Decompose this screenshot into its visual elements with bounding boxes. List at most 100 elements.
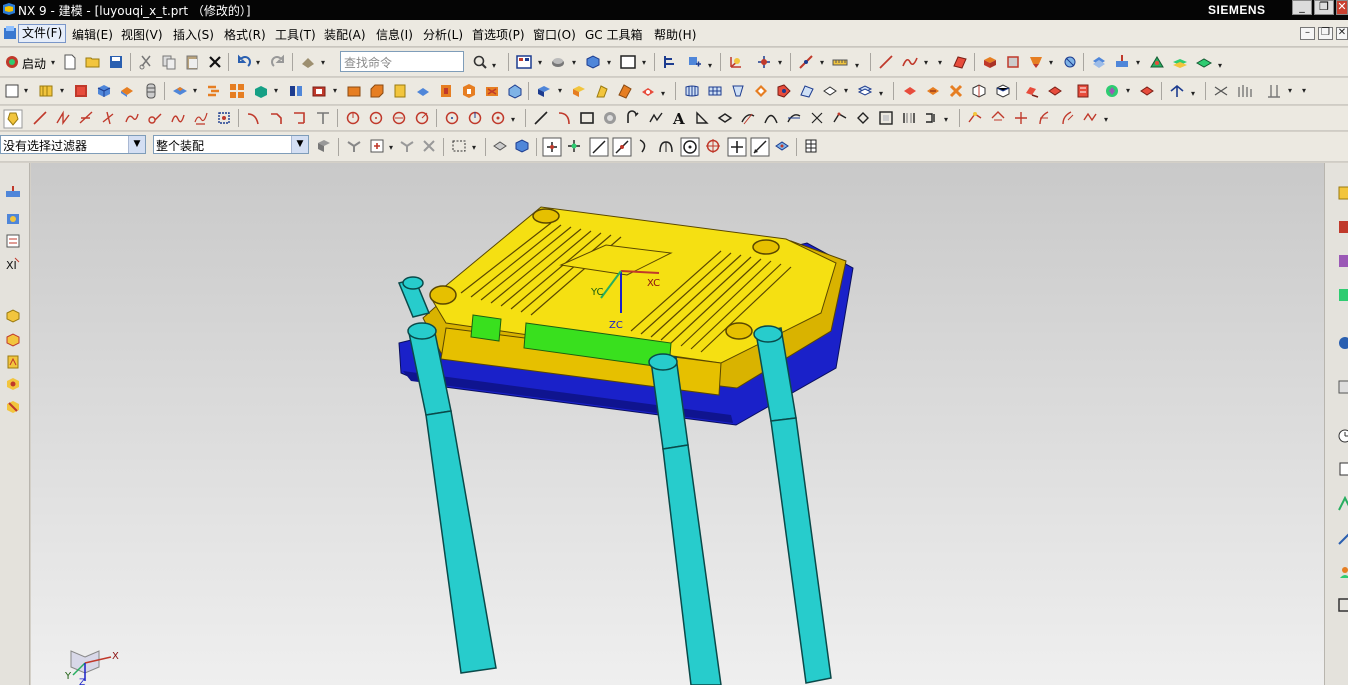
instance-geom-icon[interactable] [1237, 83, 1253, 99]
palette-icon[interactable] [1337, 219, 1348, 235]
delete-icon[interactable] [207, 54, 223, 70]
menu-file[interactable]: 文件(F) [18, 24, 67, 43]
thicken-icon[interactable] [1114, 54, 1130, 70]
web-browser-icon[interactable] [5, 332, 21, 348]
point-on-curve-icon[interactable] [467, 110, 483, 126]
trim-extend-icon[interactable] [1024, 83, 1040, 99]
circle-center-icon[interactable] [368, 110, 384, 126]
delete-face-icon[interactable] [484, 83, 500, 99]
selection-scope-arrow-icon[interactable]: ▼ [291, 136, 308, 153]
fit-curve-icon[interactable] [216, 110, 232, 126]
assembly-nav-icon[interactable] [662, 54, 678, 70]
paste-icon[interactable] [184, 54, 200, 70]
make-corner-icon[interactable] [1036, 110, 1052, 126]
type-filter-dropdown[interactable]: 没有选择过滤器 ▼ [0, 135, 146, 154]
repeat-command-icon[interactable] [300, 54, 316, 70]
restore-button[interactable]: ❐ [1314, 0, 1334, 15]
add-component-icon[interactable] [686, 54, 702, 70]
quick-trim-icon[interactable] [990, 110, 1006, 126]
cone-icon[interactable] [119, 83, 135, 99]
offset-surface-icon[interactable] [971, 83, 987, 99]
roles-icon[interactable] [1337, 185, 1348, 201]
snap-point-on-face-icon[interactable] [774, 138, 790, 154]
menu-help[interactable]: 帮助(H) [654, 26, 696, 43]
swept-icon[interactable] [753, 83, 769, 99]
general-filter-icon[interactable] [316, 138, 332, 154]
split-body-icon[interactable] [288, 83, 304, 99]
fillet-sketch-icon[interactable] [648, 110, 664, 126]
part-navigator-icon[interactable] [5, 233, 21, 249]
history-icon[interactable] [5, 354, 21, 370]
pattern-feature-icon[interactable] [206, 83, 222, 99]
composite-curve-icon[interactable] [878, 110, 894, 126]
assembly-navigator-icon[interactable] [5, 185, 21, 201]
silhouette-curve-icon[interactable] [809, 110, 825, 126]
router-model[interactable]: XC YC ZC [31, 163, 1324, 685]
type-filter-arrow-icon[interactable]: ▼ [128, 136, 145, 153]
patch-body-icon[interactable] [507, 83, 523, 99]
edge-blend-icon[interactable] [346, 83, 362, 99]
menu-information[interactable]: 信息(I) [376, 26, 413, 43]
intersect-curve-icon[interactable] [740, 110, 756, 126]
mirror-curve-icon[interactable] [924, 110, 940, 126]
mirror-feature-icon[interactable] [229, 83, 245, 99]
arc-icon[interactable] [78, 110, 94, 126]
point-sketch-icon[interactable] [694, 110, 710, 126]
rectangle-icon[interactable] [579, 110, 595, 126]
point-set-icon[interactable] [1213, 83, 1229, 99]
intersection-point-icon[interactable] [490, 110, 506, 126]
resize-blend-icon[interactable] [461, 83, 477, 99]
spline-icon[interactable] [101, 110, 117, 126]
derived-line-icon[interactable] [967, 110, 983, 126]
isoparametric-curve-icon[interactable] [763, 110, 779, 126]
measure-icon[interactable] [1337, 530, 1348, 546]
new-feature-icon[interactable] [4, 83, 20, 99]
menu-edit[interactable]: 编辑(E) [72, 26, 113, 43]
bridge-curve-icon[interactable] [832, 110, 848, 126]
menu-format[interactable]: 格式(R) [224, 26, 266, 43]
close-button[interactable]: ✕ [1336, 0, 1348, 15]
studio-spline-icon[interactable] [625, 110, 641, 126]
measure-distance-icon[interactable] [798, 54, 814, 70]
datum-axis-icon[interactable] [571, 83, 587, 99]
wave-link-icon[interactable] [1169, 83, 1185, 99]
start-button[interactable]: 启动 [22, 55, 46, 72]
redo-icon[interactable] [270, 54, 286, 70]
menu-preferences[interactable]: 首选项(P) [472, 26, 525, 43]
unite-icon[interactable] [172, 83, 188, 99]
view-layout-icon[interactable] [516, 54, 532, 70]
join-curve-icon[interactable] [855, 110, 871, 126]
extend-sheet-icon[interactable] [902, 83, 918, 99]
polygon-icon[interactable] [602, 110, 618, 126]
curvature-icon[interactable] [1139, 83, 1155, 99]
hole-icon[interactable] [1028, 54, 1044, 70]
blend-icon[interactable] [1062, 54, 1078, 70]
start-icon[interactable] [4, 54, 20, 70]
revolve-icon[interactable] [1005, 54, 1021, 70]
ellipse-icon[interactable] [444, 110, 460, 126]
conic-icon[interactable] [124, 110, 140, 126]
frame-icon[interactable] [1337, 597, 1348, 613]
minimize-button[interactable]: _ [1292, 0, 1312, 15]
section-curve-icon[interactable] [786, 110, 802, 126]
text-curve-icon[interactable] [170, 110, 186, 126]
undo-icon[interactable] [236, 54, 252, 70]
drag-handle-icon[interactable] [421, 138, 437, 154]
sphere-icon[interactable] [143, 83, 159, 99]
offset-sketch-icon[interactable] [1059, 110, 1075, 126]
line-tool-icon[interactable] [878, 54, 894, 70]
snap-arc-center-icon[interactable] [680, 137, 700, 157]
menu-analysis[interactable]: 分析(L) [423, 26, 463, 43]
sew-icon[interactable] [857, 83, 873, 99]
menu-view[interactable]: 视图(V) [121, 26, 163, 43]
block-icon[interactable] [73, 83, 89, 99]
enlarge-icon[interactable] [948, 83, 964, 99]
constraint-navigator-icon[interactable] [5, 211, 21, 227]
arc-tangent-icon[interactable] [414, 110, 430, 126]
extend-curve-icon[interactable] [315, 110, 331, 126]
graphics-window[interactable]: XC YC ZC X Y Z [31, 163, 1324, 685]
snap-control-point-icon[interactable] [612, 137, 632, 157]
document-icon[interactable] [1337, 461, 1348, 477]
project-curve-icon[interactable] [717, 110, 733, 126]
menu-tools[interactable]: 工具(T) [275, 26, 316, 43]
